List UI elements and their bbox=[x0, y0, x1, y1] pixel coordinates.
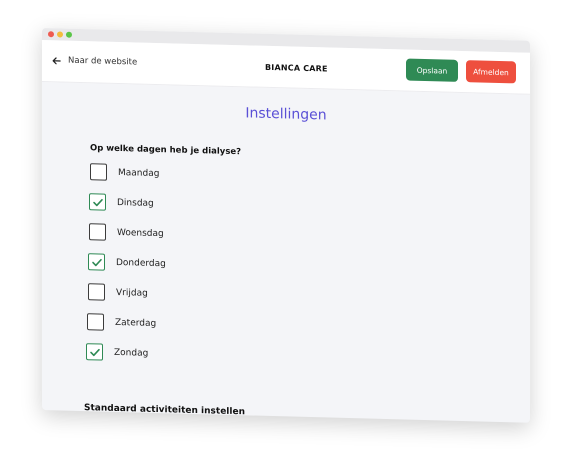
day-checkbox[interactable] bbox=[87, 313, 104, 331]
day-checkbox[interactable] bbox=[89, 223, 106, 241]
browser-window: Naar de website BIANCA CARE Opslaan Afme… bbox=[42, 28, 530, 423]
back-link-label: Naar de website bbox=[68, 55, 138, 68]
back-to-website-link[interactable]: Naar de website bbox=[52, 55, 137, 67]
day-label: Woensdag bbox=[117, 227, 164, 239]
day-label: Zaterdag bbox=[115, 317, 157, 329]
day-label: Maandag bbox=[118, 167, 160, 179]
day-option-vrijdag[interactable]: Vrijdag bbox=[88, 283, 148, 302]
close-dot-icon[interactable] bbox=[48, 31, 54, 38]
day-option-donderdag[interactable]: Donderdag bbox=[88, 253, 166, 272]
day-checkbox[interactable] bbox=[90, 163, 107, 181]
day-label: Zondag bbox=[114, 347, 149, 359]
minimize-dot-icon[interactable] bbox=[57, 31, 63, 38]
arrow-left-icon bbox=[52, 56, 61, 64]
checkmark-icon bbox=[92, 198, 103, 206]
day-label: Vrijdag bbox=[116, 287, 148, 299]
day-checkbox[interactable] bbox=[88, 283, 105, 301]
day-checkbox[interactable] bbox=[86, 343, 103, 361]
day-option-zondag[interactable]: Zondag bbox=[86, 343, 148, 362]
section-title: Standaard activiteiten instellen bbox=[84, 403, 245, 418]
dialysis-days-question: Op welke dagen heb je dialyse? bbox=[90, 143, 242, 158]
save-button[interactable]: Opslaan bbox=[406, 58, 458, 82]
day-label: Donderdag bbox=[116, 257, 166, 269]
page-title: Instellingen bbox=[245, 105, 327, 124]
checkmark-icon bbox=[89, 348, 100, 356]
day-option-zaterdag[interactable]: Zaterdag bbox=[87, 313, 156, 332]
day-option-maandag[interactable]: Maandag bbox=[90, 163, 159, 182]
day-label: Dinsdag bbox=[117, 197, 154, 209]
scene: Naar de website BIANCA CARE Opslaan Afme… bbox=[0, 0, 585, 461]
day-checkbox[interactable] bbox=[88, 253, 105, 271]
maximize-dot-icon[interactable] bbox=[66, 31, 72, 38]
day-option-woensdag[interactable]: Woensdag bbox=[89, 223, 164, 242]
brand-title: BIANCA CARE bbox=[265, 62, 328, 74]
logout-button[interactable]: Afmelden bbox=[466, 60, 516, 84]
checkmark-icon bbox=[91, 258, 102, 266]
day-option-dinsdag[interactable]: Dinsdag bbox=[89, 193, 154, 212]
day-checkbox[interactable] bbox=[89, 193, 106, 211]
